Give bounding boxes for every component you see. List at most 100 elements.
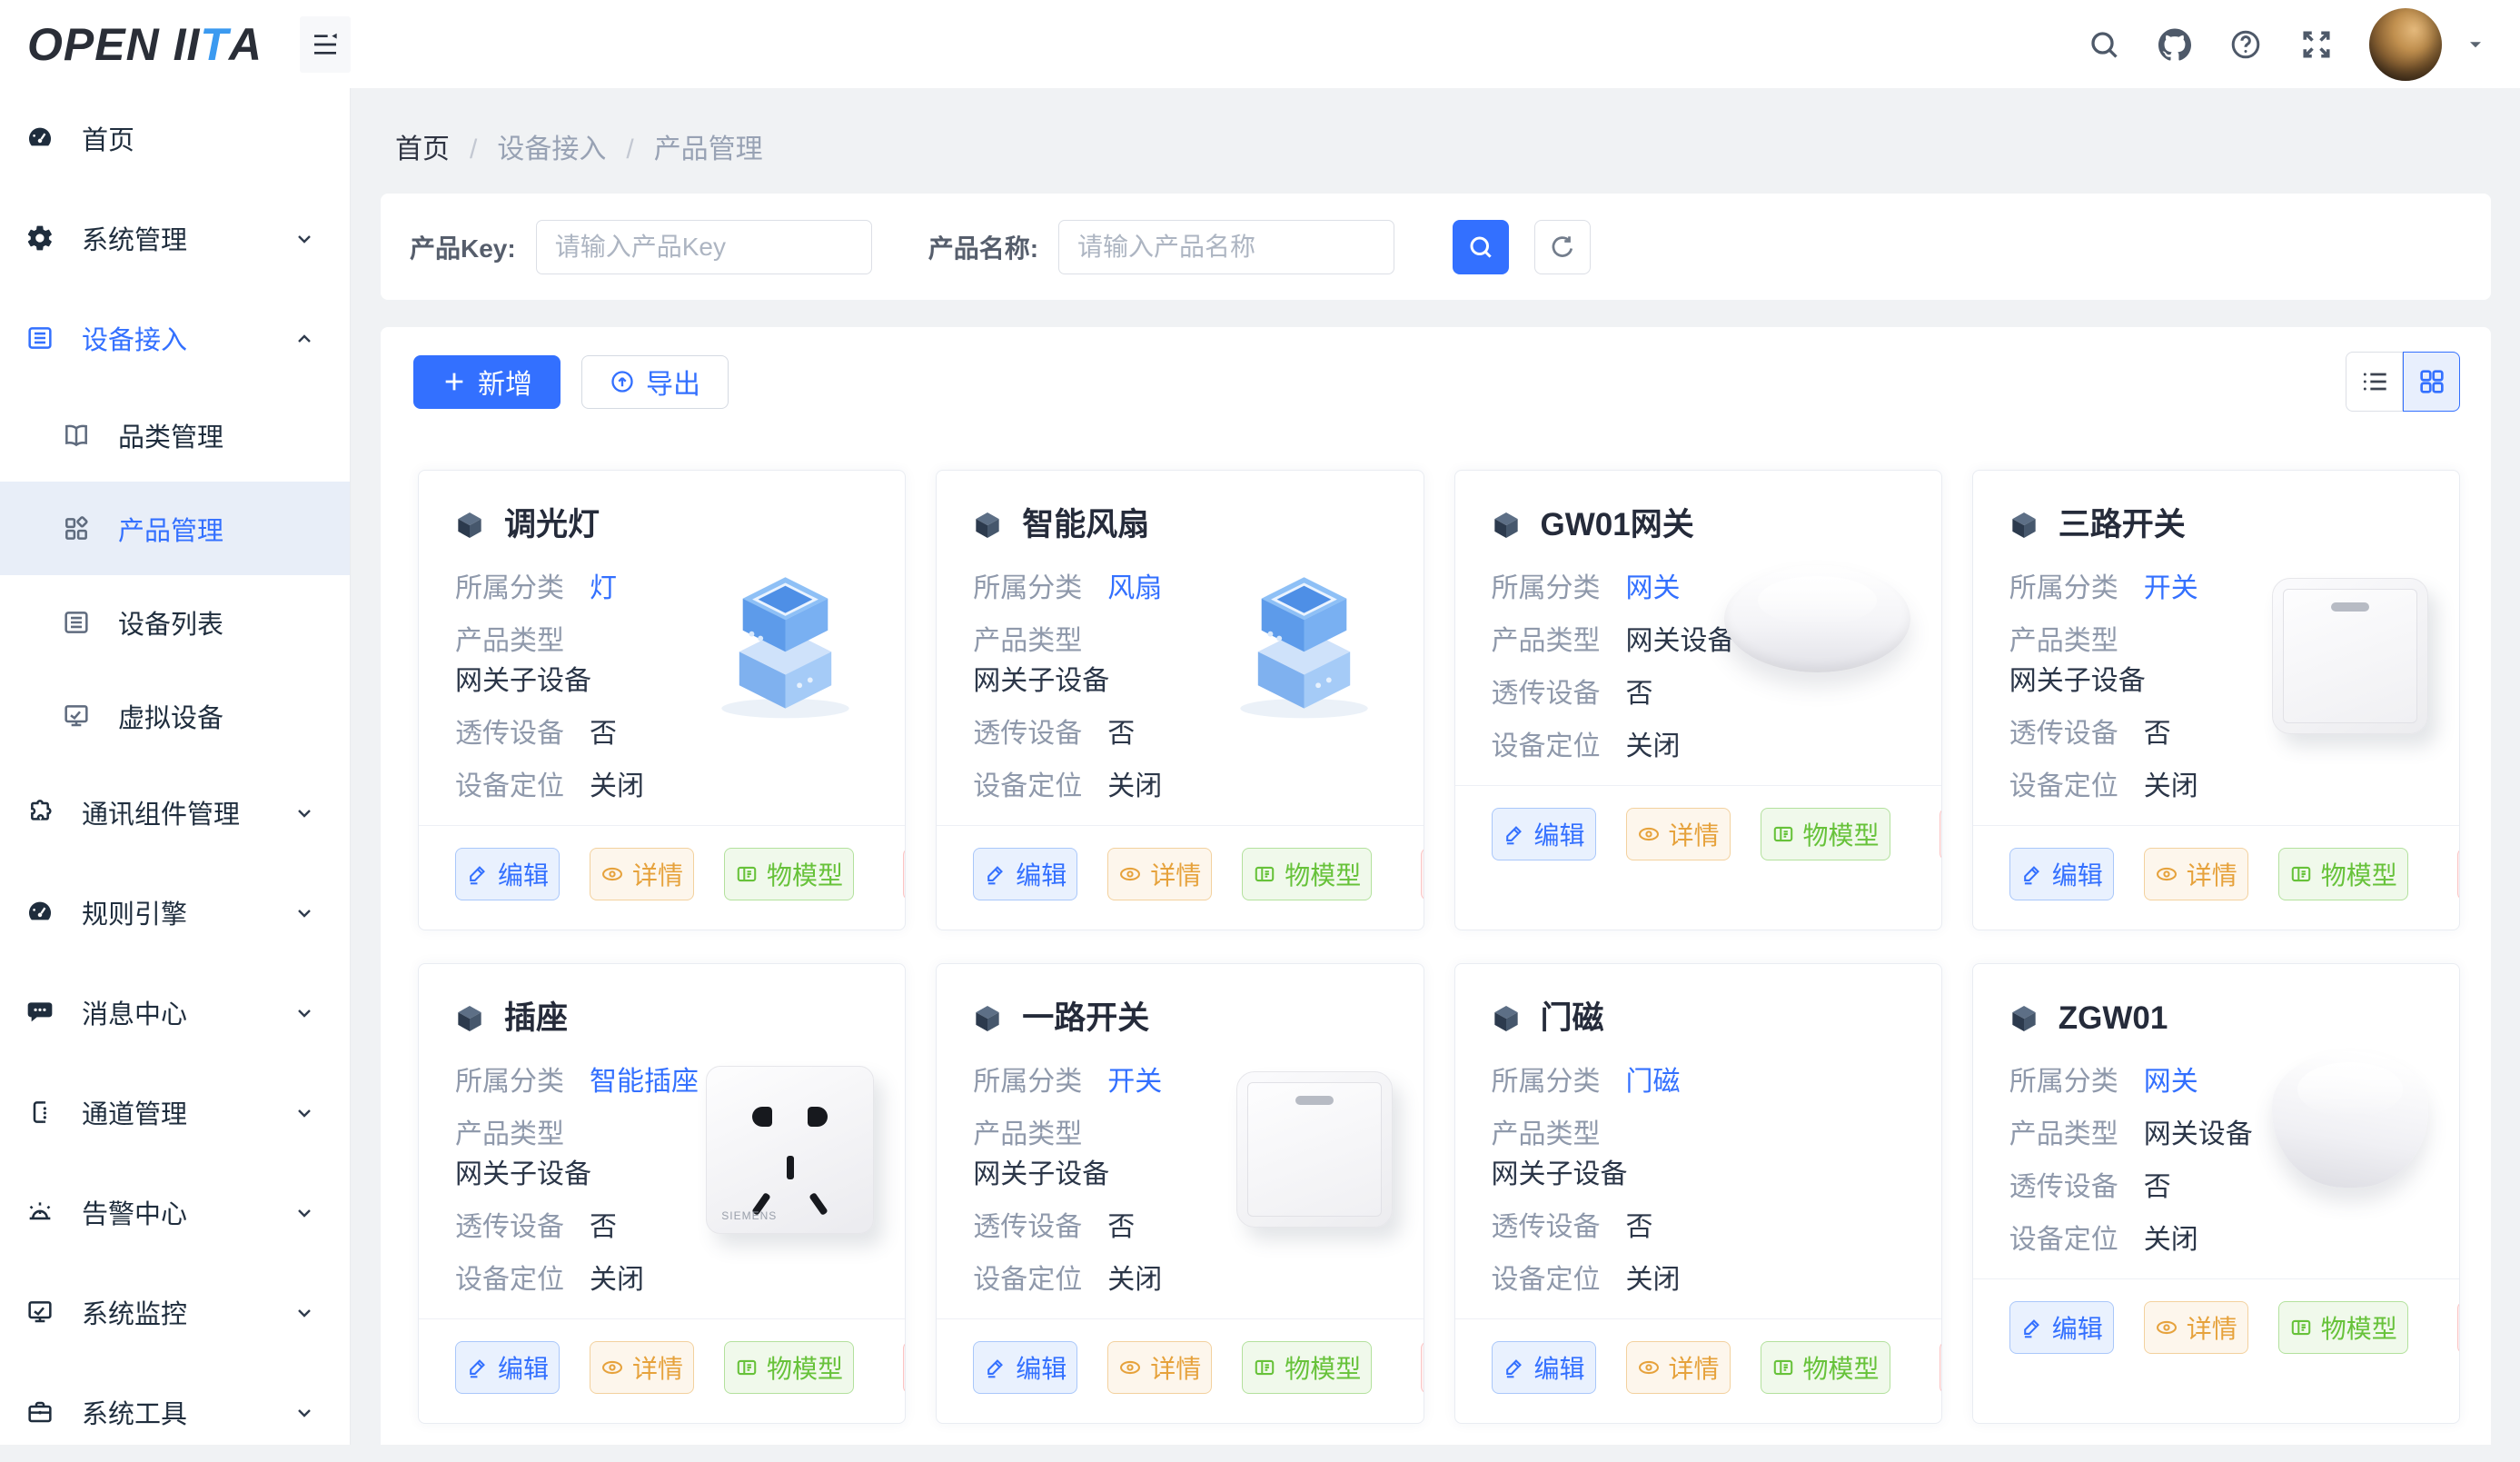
- sidebar-item-alert-center[interactable]: 告警中心: [0, 1162, 350, 1262]
- edit-label: 编辑: [1016, 856, 1067, 892]
- product-category-link[interactable]: 风扇: [1107, 571, 1162, 607]
- product-passthrough-field: 透传设备否: [2009, 1169, 2291, 1206]
- eye-icon: [2155, 862, 2178, 886]
- edit-product-button[interactable]: 编辑: [973, 1341, 1077, 1394]
- product-key-input[interactable]: [536, 220, 872, 274]
- breadcrumb-separator: /: [470, 132, 477, 168]
- model-label: 物模型: [767, 1349, 843, 1386]
- filter-reset-button[interactable]: [1534, 220, 1591, 274]
- product-name-input[interactable]: [1058, 220, 1394, 274]
- add-product-button[interactable]: 新增: [413, 355, 561, 409]
- breadcrumb-home[interactable]: 首页: [395, 132, 450, 168]
- grid-view-button[interactable]: [2403, 352, 2460, 412]
- chevron-down-icon: [293, 1301, 315, 1323]
- caret-down-icon[interactable]: [2464, 33, 2487, 56]
- edit-product-button[interactable]: 编辑: [1492, 1341, 1596, 1394]
- product-category-link[interactable]: 网关: [2144, 1064, 2198, 1100]
- detail-product-button[interactable]: 详情: [1626, 808, 1731, 860]
- thing-model-button[interactable]: 物模型: [1242, 1341, 1372, 1394]
- thing-model-button[interactable]: 物模型: [2278, 848, 2408, 900]
- product-category-link[interactable]: 灯: [590, 571, 617, 607]
- field-label: 所属分类: [455, 571, 564, 607]
- detail-product-button[interactable]: 详情: [2144, 848, 2248, 900]
- delete-product-button[interactable]: [2457, 1301, 2460, 1354]
- detail-product-button[interactable]: 详情: [590, 848, 694, 900]
- edit-product-button[interactable]: 编辑: [1492, 808, 1596, 860]
- detail-product-button[interactable]: 详情: [1626, 1341, 1731, 1394]
- sidebar-item-message-center[interactable]: 消息中心: [0, 962, 350, 1062]
- product-card: 一路开关所属分类开关产品类型网关子设备透传设备否设备定位关闭编辑详情物模型: [936, 963, 1424, 1424]
- edit-product-button[interactable]: 编辑: [973, 848, 1077, 900]
- sidebar-item-comm-mgmt[interactable]: 通讯组件管理: [0, 762, 350, 862]
- briefcase-icon: [25, 1397, 55, 1427]
- trash-icon: [1940, 822, 1942, 846]
- sidebar-collapse-button[interactable]: [300, 16, 351, 73]
- sidebar-item-sys-tools[interactable]: 系统工具: [0, 1362, 350, 1462]
- product-card: GW01网关所属分类网关产品类型网关设备透传设备否设备定位关闭编辑详情物模型: [1454, 470, 1942, 930]
- product-type-value: 网关子设备: [455, 1157, 737, 1193]
- thing-model-button[interactable]: 物模型: [1761, 1341, 1890, 1394]
- model-label: 物模型: [767, 856, 843, 892]
- sidebar-item-home[interactable]: 首页: [0, 88, 350, 188]
- delete-product-button[interactable]: [903, 1341, 906, 1394]
- monitor-icon: [25, 1298, 55, 1327]
- thing-model-button[interactable]: 物模型: [1761, 808, 1890, 860]
- delete-product-button[interactable]: [1940, 1341, 1942, 1394]
- sidebar-item-device-list[interactable]: 设备列表: [0, 575, 350, 669]
- field-label: 所属分类: [2009, 571, 2118, 607]
- thing-model-button[interactable]: 物模型: [724, 848, 854, 900]
- list-view-button[interactable]: [2346, 352, 2403, 412]
- edit-product-button[interactable]: 编辑: [2009, 848, 2114, 900]
- sidebar-item-rule-engine[interactable]: 规则引擎: [0, 862, 350, 962]
- edit-product-button[interactable]: 编辑: [455, 848, 560, 900]
- detail-product-button[interactable]: 详情: [1107, 848, 1212, 900]
- detail-label: 详情: [1150, 856, 1201, 892]
- product-category-link[interactable]: 开关: [2144, 571, 2198, 607]
- product-category-field: 所属分类灯: [455, 571, 737, 607]
- product-category-link[interactable]: 开关: [1107, 1064, 1162, 1100]
- sidebar-item-system[interactable]: 系统管理: [0, 188, 350, 288]
- product-card-body: 所属分类开关产品类型网关子设备透传设备否设备定位关闭: [1973, 545, 2459, 821]
- field-label: 产品类型: [973, 1117, 1082, 1153]
- product-category-link[interactable]: 智能插座: [590, 1064, 699, 1100]
- search-button[interactable]: [2086, 26, 2122, 63]
- field-label: 设备定位: [455, 1262, 564, 1298]
- export-button[interactable]: 导出: [581, 355, 729, 409]
- thing-model-button[interactable]: 物模型: [2278, 1301, 2408, 1354]
- sidebar-item-label: 设备列表: [118, 603, 223, 641]
- sidebar-item-device-access[interactable]: 设备接入: [0, 288, 350, 388]
- detail-product-button[interactable]: 详情: [1107, 1341, 1212, 1394]
- detail-product-button[interactable]: 详情: [590, 1341, 694, 1394]
- product-category-field: 所属分类网关: [2009, 1064, 2291, 1100]
- thing-model-button[interactable]: 物模型: [1242, 848, 1372, 900]
- delete-product-button[interactable]: [903, 848, 906, 900]
- sidebar-item-sys-monitor[interactable]: 系统监控: [0, 1262, 350, 1362]
- field-label: 产品类型: [455, 623, 564, 660]
- delete-product-button[interactable]: [1421, 848, 1424, 900]
- sidebar-item-category-mgmt[interactable]: 品类管理: [0, 388, 350, 482]
- field-label: 所属分类: [973, 571, 1082, 607]
- product-category-link[interactable]: 门磁: [1626, 1064, 1681, 1100]
- logo-text: OPEN II: [27, 18, 200, 71]
- sidebar-item-channel-mgmt[interactable]: 通道管理: [0, 1062, 350, 1162]
- thing-model-button[interactable]: 物模型: [724, 1341, 854, 1394]
- field-label: 设备定位: [1492, 729, 1601, 765]
- user-avatar[interactable]: [2369, 8, 2442, 81]
- model-icon: [2289, 1316, 2313, 1339]
- fullscreen-button[interactable]: [2298, 26, 2335, 63]
- filter-search-button[interactable]: [1453, 220, 1509, 274]
- github-button[interactable]: [2157, 26, 2193, 63]
- delete-product-button[interactable]: [2457, 848, 2460, 900]
- sidebar-item-virtual-device[interactable]: 虚拟设备: [0, 669, 350, 762]
- delete-product-button[interactable]: [1421, 1341, 1424, 1394]
- product-passthrough-field: 透传设备否: [2009, 716, 2291, 752]
- edit-product-button[interactable]: 编辑: [2009, 1301, 2114, 1354]
- detail-label: 详情: [1150, 1349, 1201, 1386]
- product-category-link[interactable]: 网关: [1626, 571, 1681, 607]
- delete-product-button[interactable]: [1940, 808, 1942, 860]
- help-button[interactable]: [2227, 26, 2264, 63]
- edit-product-button[interactable]: 编辑: [455, 1341, 560, 1394]
- detail-product-button[interactable]: 详情: [2144, 1301, 2248, 1354]
- edit-label: 编辑: [498, 856, 549, 892]
- sidebar-item-product-mgmt[interactable]: 产品管理: [0, 482, 350, 575]
